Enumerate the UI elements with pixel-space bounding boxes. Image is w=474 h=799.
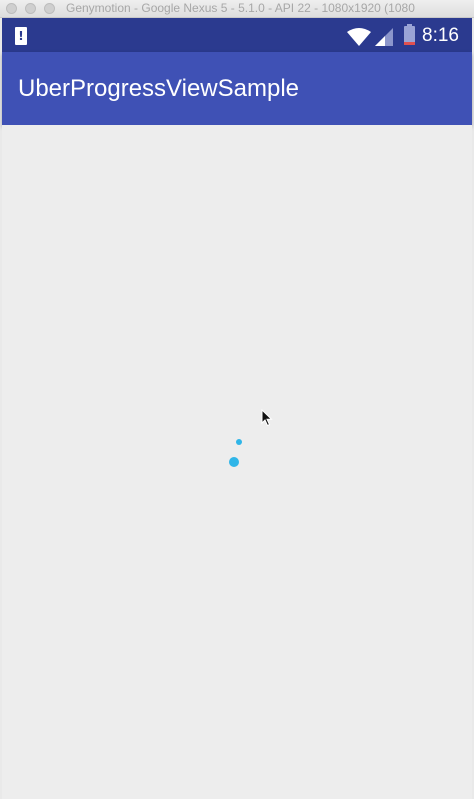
battery-terminal bbox=[407, 24, 412, 26]
cellular-signal-icon bbox=[375, 28, 393, 46]
app-title: UberProgressViewSample bbox=[18, 75, 300, 102]
battery-level bbox=[404, 42, 415, 45]
progress-dot-large bbox=[229, 457, 239, 467]
app-toolbar: UberProgressViewSample bbox=[2, 52, 472, 125]
emulator-window-bar: Genymotion - Google Nexus 5 - 5.1.0 - AP… bbox=[0, 0, 474, 18]
window-close-button[interactable] bbox=[6, 3, 17, 14]
alert-icon: ! bbox=[15, 27, 27, 45]
wifi-icon bbox=[347, 28, 371, 46]
device-screen: ! 8:16 UberProgressViewSample bbox=[2, 18, 472, 799]
battery-icon bbox=[404, 24, 415, 45]
alert-icon-glyph: ! bbox=[18, 29, 24, 43]
progress-dot-small bbox=[236, 439, 242, 445]
window-minimize-button[interactable] bbox=[25, 3, 36, 14]
status-bar: ! 8:16 bbox=[2, 18, 472, 52]
mouse-cursor-icon bbox=[261, 409, 273, 427]
status-time: 8:16 bbox=[422, 25, 459, 46]
main-content bbox=[2, 125, 472, 799]
window-title: Genymotion - Google Nexus 5 - 5.1.0 - AP… bbox=[66, 1, 415, 15]
window-zoom-button[interactable] bbox=[44, 3, 55, 14]
